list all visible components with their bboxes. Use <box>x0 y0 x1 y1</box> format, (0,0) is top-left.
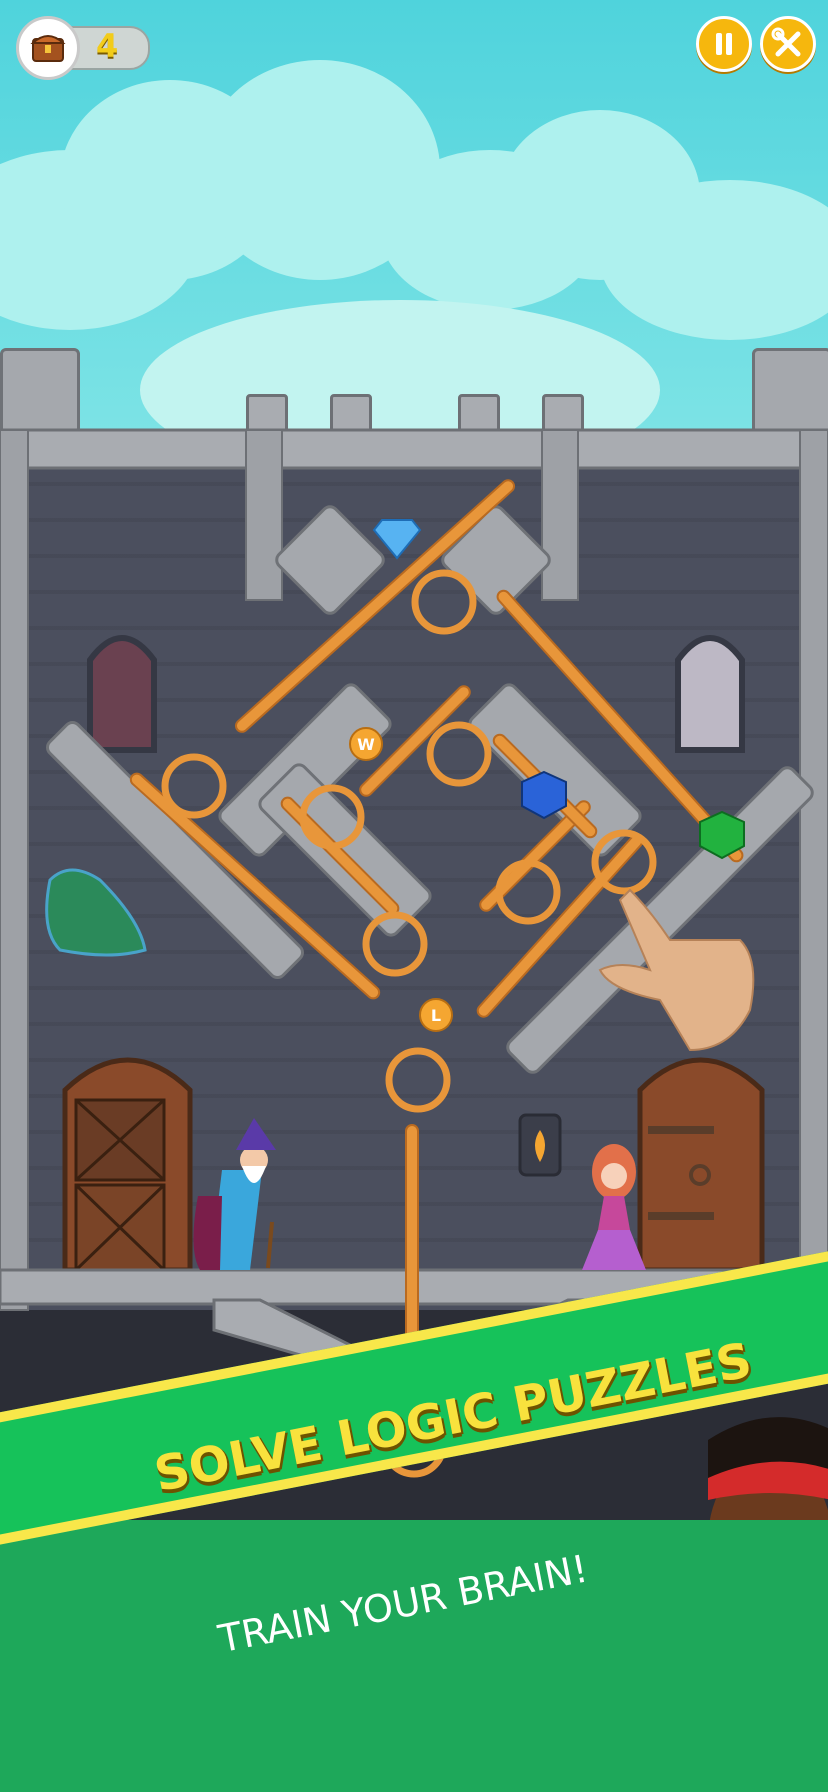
coin-l: L <box>419 998 453 1032</box>
promo-background <box>0 1520 828 1792</box>
princess-character <box>582 1144 646 1270</box>
pin-handle[interactable] <box>411 569 477 635</box>
svg-text:L: L <box>431 1006 441 1025</box>
door-right <box>637 1057 765 1273</box>
coin-w: W <box>349 727 383 761</box>
pin-handle[interactable] <box>426 721 492 787</box>
pin-handle[interactable] <box>385 1047 451 1113</box>
svg-text:W: W <box>357 735 375 754</box>
slime-blob <box>45 868 147 957</box>
door-left <box>62 1057 193 1273</box>
wizard-character <box>193 1118 276 1270</box>
window-left <box>87 635 157 753</box>
wall-torch <box>518 1113 562 1177</box>
pin-handle[interactable] <box>161 753 227 819</box>
window-right <box>675 635 745 753</box>
